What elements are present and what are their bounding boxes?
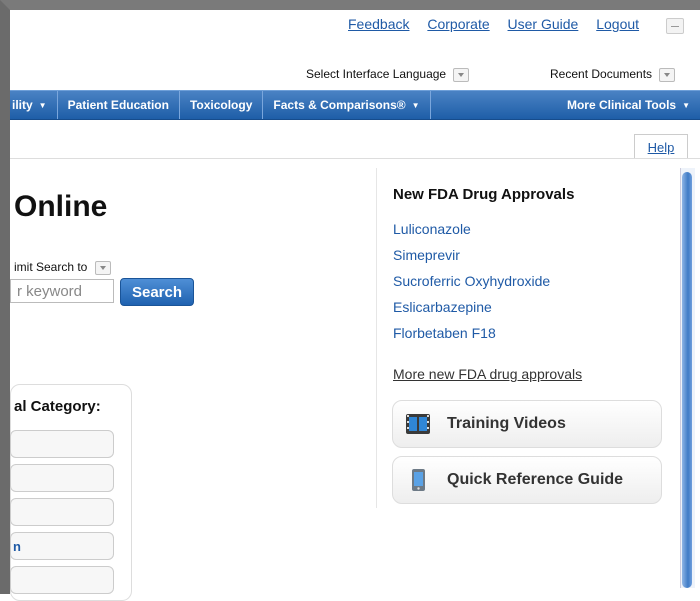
chevron-down-icon: ▼ (38, 100, 47, 110)
user-guide-link[interactable]: User Guide (508, 16, 579, 32)
chevron-down-icon[interactable] (94, 260, 111, 275)
fda-drug-list: Luliconazole Simeprevir Sucroferric Oxyh… (393, 220, 550, 350)
limit-search-label: imit Search to (14, 260, 88, 274)
language-selector[interactable]: Select Interface Language (306, 67, 470, 82)
category-item[interactable] (10, 498, 114, 526)
nav-item-patient-education[interactable]: Patient Education (58, 91, 180, 119)
column-divider (376, 168, 377, 508)
category-item[interactable]: n (10, 532, 114, 560)
fda-drug-link[interactable]: Simeprevir (393, 246, 550, 272)
training-videos-button[interactable]: Training Videos (392, 400, 662, 448)
feedback-link[interactable]: Feedback (348, 16, 409, 32)
scrollbar-thumb[interactable] (682, 172, 692, 588)
search-input[interactable]: r keyword (10, 279, 114, 303)
page-title: Online (14, 190, 108, 223)
category-item[interactable] (10, 430, 114, 458)
category-item[interactable] (10, 464, 114, 492)
nav-item-toxicology[interactable]: Toxicology (180, 91, 264, 119)
help-link[interactable]: Help (634, 134, 688, 159)
fda-drug-link[interactable]: Sucroferric Oxyhydroxide (393, 272, 550, 298)
fda-drug-link[interactable]: Luliconazole (393, 220, 550, 246)
nav-label: More Clinical Tools (566, 98, 677, 112)
nav-item-facts-comparisons[interactable]: Facts & Comparisons® ▼ (263, 91, 431, 119)
fda-drug-link[interactable]: Florbetaben F18 (393, 324, 550, 350)
recent-documents-label: Recent Documents (550, 67, 653, 81)
top-links: Feedback Corporate User Guide Logout (348, 16, 653, 32)
corporate-link[interactable]: Corporate (427, 16, 489, 32)
content-divider (10, 158, 700, 159)
film-icon (405, 411, 431, 437)
nav-label: ility (12, 98, 33, 112)
training-videos-label: Training Videos (447, 415, 566, 432)
main-nav: ility ▼ Patient Education Toxicology Fac… (10, 90, 700, 120)
phone-device-icon (405, 467, 431, 493)
language-label: Select Interface Language (306, 67, 447, 81)
recent-documents-selector[interactable]: Recent Documents (550, 67, 676, 82)
chevron-down-icon[interactable] (659, 67, 676, 82)
nav-item-more-clinical-tools[interactable]: More Clinical Tools ▼ (557, 91, 700, 119)
chevron-down-icon: ▼ (682, 100, 690, 110)
nav-label: Toxicology (189, 98, 253, 112)
chevron-down-icon: ▼ (411, 100, 420, 110)
quick-reference-guide-label: Quick Reference Guide (447, 471, 624, 488)
category-title: al Category: (14, 398, 101, 415)
category-item[interactable] (10, 566, 114, 594)
limit-search-selector[interactable]: imit Search to (14, 260, 111, 275)
fda-approvals-title: New FDA Drug Approvals (393, 186, 575, 203)
more-fda-approvals-link[interactable]: More new FDA drug approvals (393, 366, 582, 382)
nav-label: Facts & Comparisons® (273, 98, 406, 112)
quick-reference-guide-button[interactable]: Quick Reference Guide (392, 456, 662, 504)
nav-label: Patient Education (67, 98, 169, 112)
nav-item-ility[interactable]: ility ▼ (10, 91, 58, 119)
logout-link[interactable]: Logout (596, 16, 639, 32)
search-button[interactable]: Search (120, 278, 194, 306)
fda-drug-link[interactable]: Eslicarbazepine (393, 298, 550, 324)
chevron-down-icon[interactable] (453, 67, 470, 82)
minimize-icon[interactable] (666, 18, 684, 34)
